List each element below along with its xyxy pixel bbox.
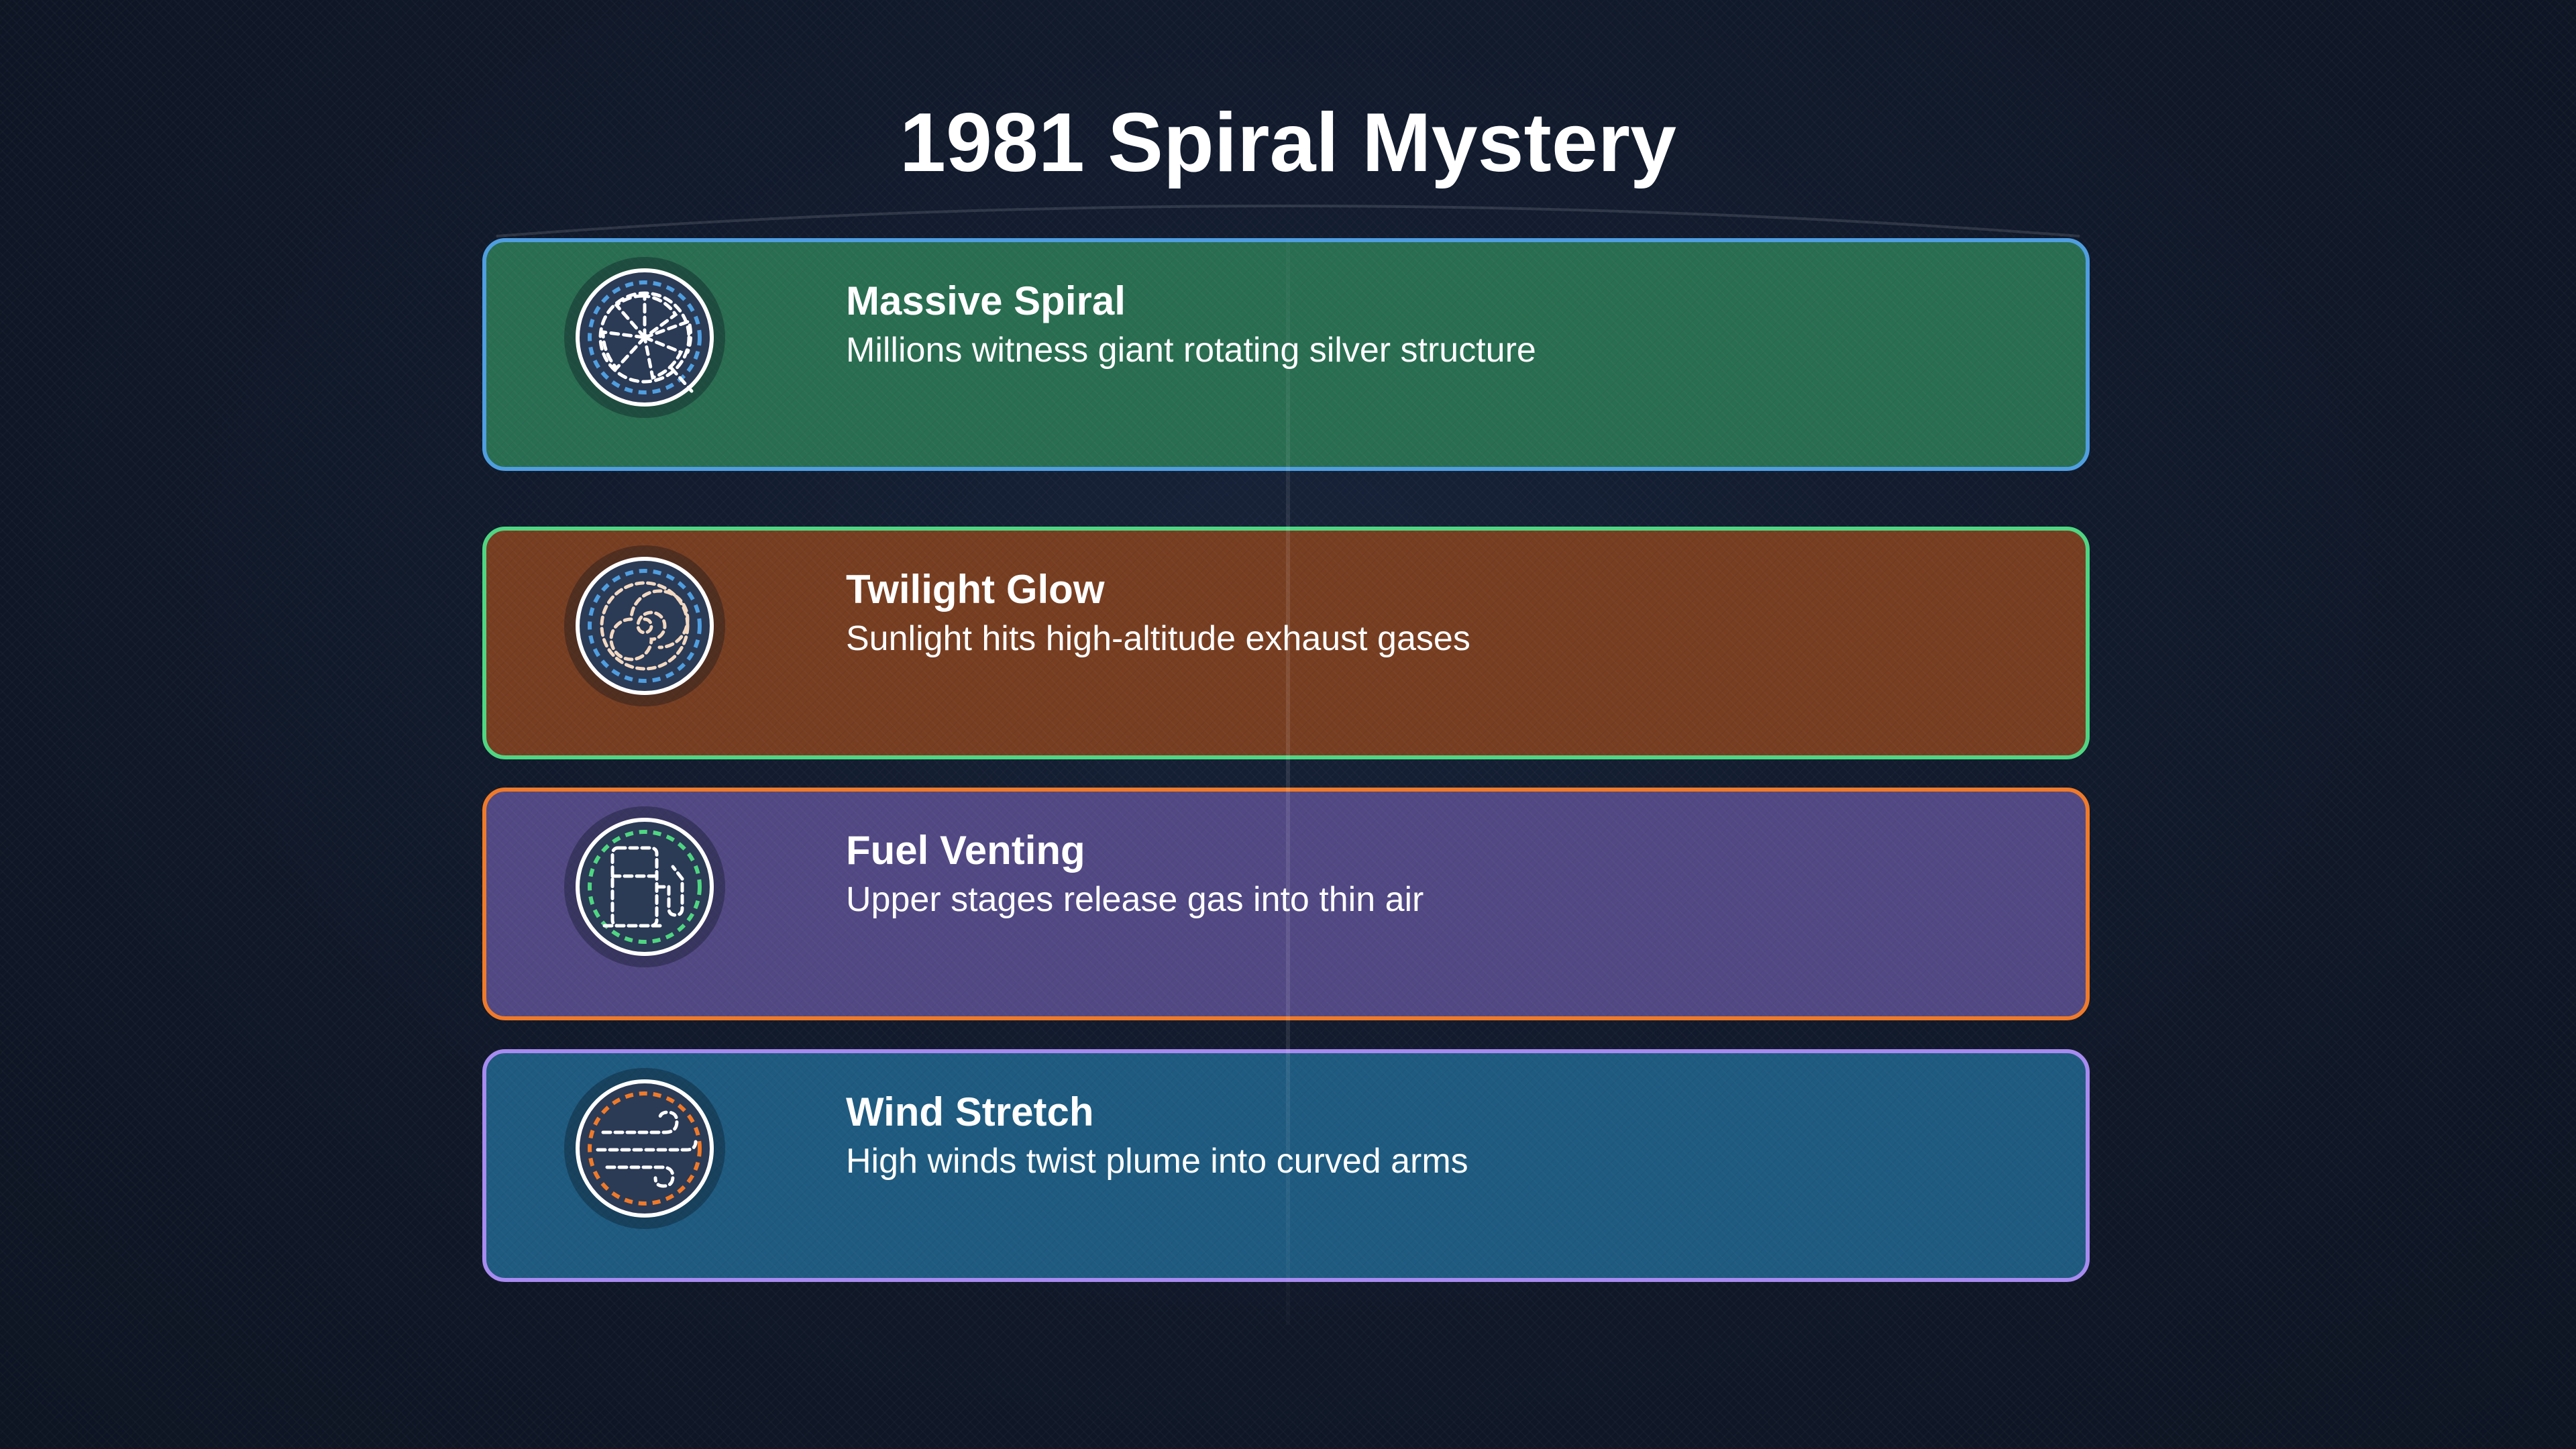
card-title: Wind Stretch [846, 1089, 1094, 1134]
icon-badge [564, 1068, 725, 1229]
card-title: Twilight Glow [846, 567, 1105, 612]
icon-badge [564, 257, 725, 418]
icon-badge [564, 806, 725, 967]
concentric-spiral-icon [576, 557, 714, 695]
page-title: 1981 Spiral Mystery [899, 97, 1677, 189]
card-title: Fuel Venting [846, 828, 1085, 873]
card-description: High winds twist plume into curved arms [846, 1142, 1468, 1181]
card-description: Millions witness giant rotating silver s… [846, 331, 1536, 370]
card-description: Sunlight hits high-altitude exhaust gase… [846, 619, 1470, 658]
spiral-fan-icon [576, 268, 714, 407]
fuel-pump-icon [576, 818, 714, 956]
wind-icon [576, 1079, 714, 1218]
icon-badge [564, 545, 725, 706]
card-description: Upper stages release gas into thin air [846, 880, 1424, 919]
center-connector-line [1286, 238, 1290, 1325]
card-title: Massive Spiral [846, 278, 1126, 323]
